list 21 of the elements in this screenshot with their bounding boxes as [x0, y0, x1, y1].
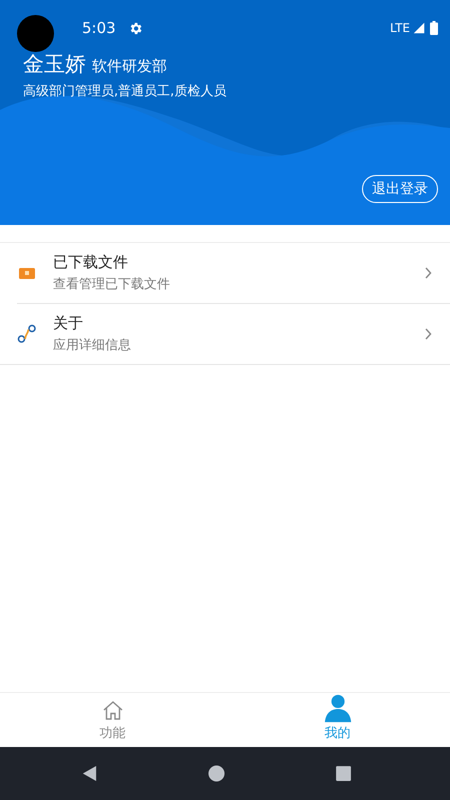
signal-icon [413, 22, 425, 34]
battery-icon [430, 21, 438, 35]
network-label: LTE [390, 21, 410, 35]
item-title: 已下载文件 [53, 253, 129, 272]
chevron-icon [424, 328, 432, 340]
roles-text: 高级部门管理员,普通员工,质检人员 [23, 82, 228, 100]
item-subtitle: 应用详细信息 [53, 337, 132, 354]
menu-item[interactable]: 已下载文件 查看管理已下载文件 [17, 243, 450, 304]
status-time: 5:03 [82, 19, 116, 37]
recents-icon[interactable] [334, 765, 352, 782]
chevron-icon [424, 267, 432, 279]
department-label: 软件研发部 [92, 57, 167, 76]
home-button-icon[interactable] [208, 765, 224, 782]
item-subtitle: 查看管理已下载文件 [53, 276, 171, 293]
menu-item[interactable]: 关于 应用详细信息 [0, 304, 450, 365]
item-title: 关于 [53, 314, 84, 333]
connected-circles-icon [17, 324, 37, 344]
logout-button[interactable]: 退出登录 [362, 175, 438, 203]
user-name: 金玉娇 [23, 51, 86, 78]
avatar [17, 14, 54, 52]
back-icon[interactable] [80, 765, 98, 782]
